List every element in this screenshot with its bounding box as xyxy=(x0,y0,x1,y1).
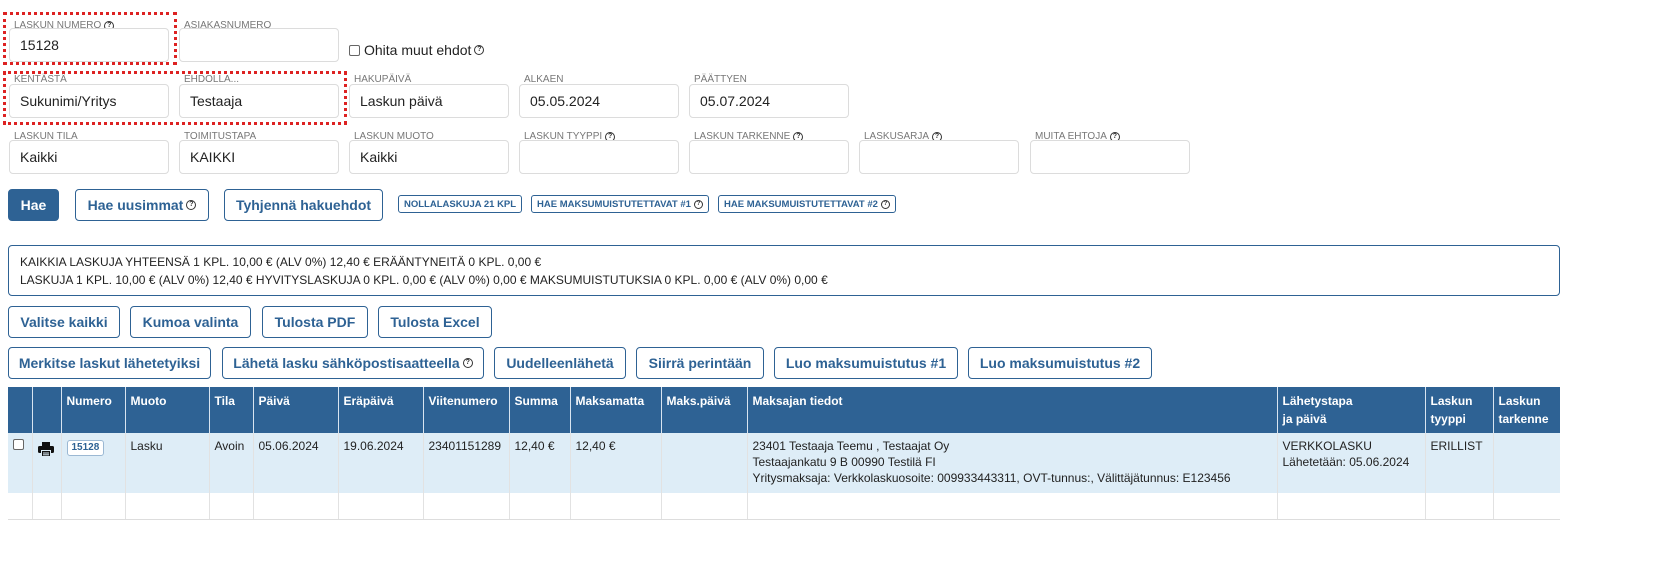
customer-number-input[interactable] xyxy=(179,28,339,62)
series-select[interactable] xyxy=(859,140,1019,174)
cell-lahetystapa: VERKKOLASKU Lähetetään: 05.06.2024 xyxy=(1277,433,1426,493)
ignore-other-label: Ohita muut ehdot xyxy=(364,42,472,58)
form-select[interactable] xyxy=(349,140,509,174)
header-print xyxy=(32,387,62,433)
undo-select-button[interactable]: Kumoa valinta xyxy=(130,306,251,338)
zero-invoices-button[interactable]: NOLLALASKUJA 21 KPL xyxy=(398,195,523,213)
cell-summa: 12,40 € xyxy=(509,433,571,493)
header-numero[interactable]: Numero xyxy=(61,387,126,433)
help-icon[interactable]: ? xyxy=(462,358,473,368)
header-lahetystapa-line1: Lähetystapa xyxy=(1282,394,1353,408)
help-icon[interactable]: ? xyxy=(186,200,197,210)
summary-box: KAIKKIA LASKUJA YHTEENSÄ 1 KPL. 10,00 € … xyxy=(8,245,1560,296)
field-select[interactable] xyxy=(9,84,169,118)
search-button[interactable]: Hae xyxy=(8,189,59,221)
cell-viitenumero: 23401151289 xyxy=(423,433,510,493)
header-tarkenne-line2: tarkenne xyxy=(1498,412,1549,426)
cell-makspaiva xyxy=(661,433,748,493)
header-summa[interactable]: Summa xyxy=(509,387,571,433)
cell-muoto: Lasku xyxy=(125,433,210,493)
header-erapaiva[interactable]: Eräpäivä xyxy=(338,387,424,433)
print-excel-button[interactable]: Tulosta Excel xyxy=(378,306,492,338)
summary-line-2: LASKUJA 1 KPL. 10,00 € (ALV 0%) 12,40 € … xyxy=(20,273,828,287)
header-paiva[interactable]: Päivä xyxy=(253,387,339,433)
ignore-other-conditions[interactable]: Ohita muut ehdot ? xyxy=(349,42,485,58)
ignore-other-checkbox[interactable] xyxy=(349,44,360,56)
row-checkbox[interactable] xyxy=(13,439,24,450)
search-latest-button[interactable]: Hae uusimmat? xyxy=(75,189,209,221)
row-select-cell[interactable] xyxy=(8,433,33,493)
cell-tyyppi: ERILLIST xyxy=(1425,433,1494,493)
header-viitenumero[interactable]: Viitenumero xyxy=(423,387,510,433)
payer-line-3: Yritysmaksaja: Verkkolaskuosoite: 009933… xyxy=(752,471,1231,485)
search-date-select[interactable] xyxy=(349,84,509,118)
type-select[interactable] xyxy=(519,140,679,174)
header-tyyppi-line2: tyyppi xyxy=(1430,412,1466,426)
other-conditions-input[interactable] xyxy=(1030,140,1190,174)
printer-icon[interactable] xyxy=(37,442,54,457)
header-select xyxy=(8,387,33,433)
cell-paiva: 05.06.2024 xyxy=(253,433,339,493)
payer-line-2: Testaajankatu 9 B 00990 Testilä FI xyxy=(752,455,936,469)
header-tyyppi-line1: Laskun xyxy=(1430,394,1473,408)
fetch-reminders-2-button[interactable]: HAE MAKSUMUISTUTETTAVAT #2? xyxy=(718,195,896,213)
table-header-row: Numero Muoto Tila Päivä Eräpäivä Viitenu… xyxy=(8,387,1560,433)
specifier-select[interactable] xyxy=(689,140,849,174)
header-maksaja[interactable]: Maksajan tiedot xyxy=(747,387,1278,433)
help-icon[interactable]: ? xyxy=(693,199,703,209)
table-row-empty xyxy=(8,493,1560,520)
row-print-cell[interactable] xyxy=(32,433,62,493)
help-icon[interactable]: ? xyxy=(880,199,890,209)
cell-maksaja: 23401 Testaaja Teemu , Testaajat Oy Test… xyxy=(747,433,1278,493)
cell-tarkenne xyxy=(1493,433,1560,493)
mark-sent-button[interactable]: Merkitse laskut lähetetyiksi xyxy=(8,347,211,379)
header-maksamatta[interactable]: Maksamatta xyxy=(570,387,662,433)
delivery-select[interactable] xyxy=(179,140,339,174)
delivery-method: VERKKOLASKU xyxy=(1282,439,1372,453)
cell-maksamatta: 12,40 € xyxy=(570,433,662,493)
header-makspaiva[interactable]: Maks.päivä xyxy=(661,387,748,433)
send-email-button[interactable]: Lähetä lasku sähköpostisaatteella? xyxy=(222,347,484,379)
header-tarkenne-line1: Laskun xyxy=(1498,394,1541,408)
invoice-table: Numero Muoto Tila Päivä Eräpäivä Viitenu… xyxy=(8,387,1560,520)
create-reminder-2-button[interactable]: Luo maksumuistutus #2 xyxy=(968,347,1152,379)
select-all-button[interactable]: Valitse kaikki xyxy=(8,306,120,338)
start-date-input[interactable] xyxy=(519,84,679,118)
clear-search-button[interactable]: Tyhjennä hakuehdot xyxy=(224,189,383,221)
resend-button[interactable]: Uudelleenlähetä xyxy=(494,347,626,379)
table-row[interactable]: 15128 Lasku Avoin 05.06.2024 19.06.2024 … xyxy=(8,433,1560,493)
condition-input[interactable] xyxy=(179,84,339,118)
header-tila[interactable]: Tila xyxy=(209,387,254,433)
header-tyyppi[interactable]: Laskun tyyppi xyxy=(1425,387,1494,433)
header-tarkenne[interactable]: Laskun tarkenne xyxy=(1493,387,1560,433)
print-pdf-button[interactable]: Tulosta PDF xyxy=(262,306,368,338)
payer-line-1: 23401 Testaaja Teemu , Testaajat Oy xyxy=(752,439,950,453)
header-muoto[interactable]: Muoto xyxy=(125,387,210,433)
fetch-reminders-1-button[interactable]: HAE MAKSUMUISTUTETTAVAT #1? xyxy=(531,195,709,213)
header-lahetystapa[interactable]: Lähetystapa ja päivä xyxy=(1277,387,1426,433)
transfer-collection-button[interactable]: Siirrä perintään xyxy=(636,347,764,379)
cell-erapaiva: 19.06.2024 xyxy=(338,433,424,493)
end-date-input[interactable] xyxy=(689,84,849,118)
status-select[interactable] xyxy=(9,140,169,174)
cell-tila: Avoin xyxy=(209,433,254,493)
header-lahetystapa-line2: ja päivä xyxy=(1282,412,1327,426)
cell-numero[interactable]: 15128 xyxy=(61,433,126,493)
invoice-number-input[interactable] xyxy=(9,28,169,62)
help-icon[interactable]: ? xyxy=(474,45,485,55)
summary-line-1: KAIKKIA LASKUJA YHTEENSÄ 1 KPL. 10,00 € … xyxy=(20,255,542,269)
invoice-number-link[interactable]: 15128 xyxy=(66,440,105,456)
create-reminder-1-button[interactable]: Luo maksumuistutus #1 xyxy=(774,347,958,379)
delivery-date: Lähetetään: 05.06.2024 xyxy=(1282,455,1410,469)
